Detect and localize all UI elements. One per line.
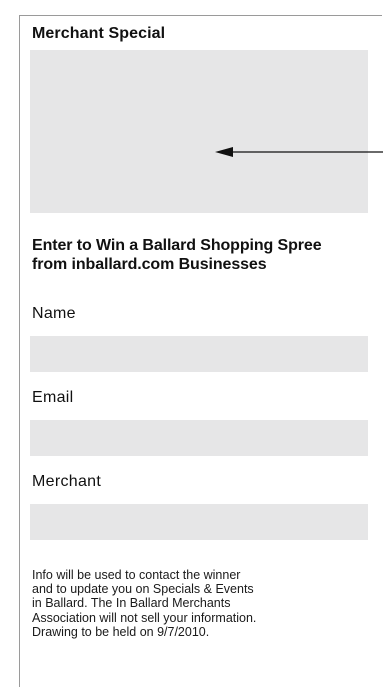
disclaimer-line: and to update you on Specials & Events (32, 582, 254, 597)
email-label: Email (32, 389, 74, 406)
merchant-special-panel: Merchant Special Enter to Win a Ballard … (19, 15, 383, 687)
contest-title-line: from inballard.com Businesses (32, 256, 267, 273)
merchant-special-title: Merchant Special (32, 25, 166, 42)
disclaimer-line: Info will be used to contact the winner (32, 568, 241, 582)
name-input[interactable] (30, 336, 368, 372)
contest-title-line: Enter to Win a Ballard Shopping Spree (32, 237, 322, 254)
arrow-left-icon (215, 147, 383, 157)
disclaimer-line: in Ballard. The In Ballard Merchants (32, 596, 231, 611)
disclaimer-text: Info will be used to contact the winner … (32, 568, 372, 639)
disclaimer-line: Association will not sell your informati… (32, 610, 257, 625)
contest-title: Enter to Win a Ballard Shopping Spree fr… (32, 236, 377, 274)
email-input[interactable] (30, 420, 368, 456)
merchant-input[interactable] (30, 504, 368, 540)
merchant-label: Merchant (32, 473, 102, 490)
name-label: Name (32, 305, 76, 322)
merchant-special-image-placeholder (30, 50, 368, 213)
disclaimer-line: Drawing to be held on 9/7/2010. (32, 624, 210, 639)
